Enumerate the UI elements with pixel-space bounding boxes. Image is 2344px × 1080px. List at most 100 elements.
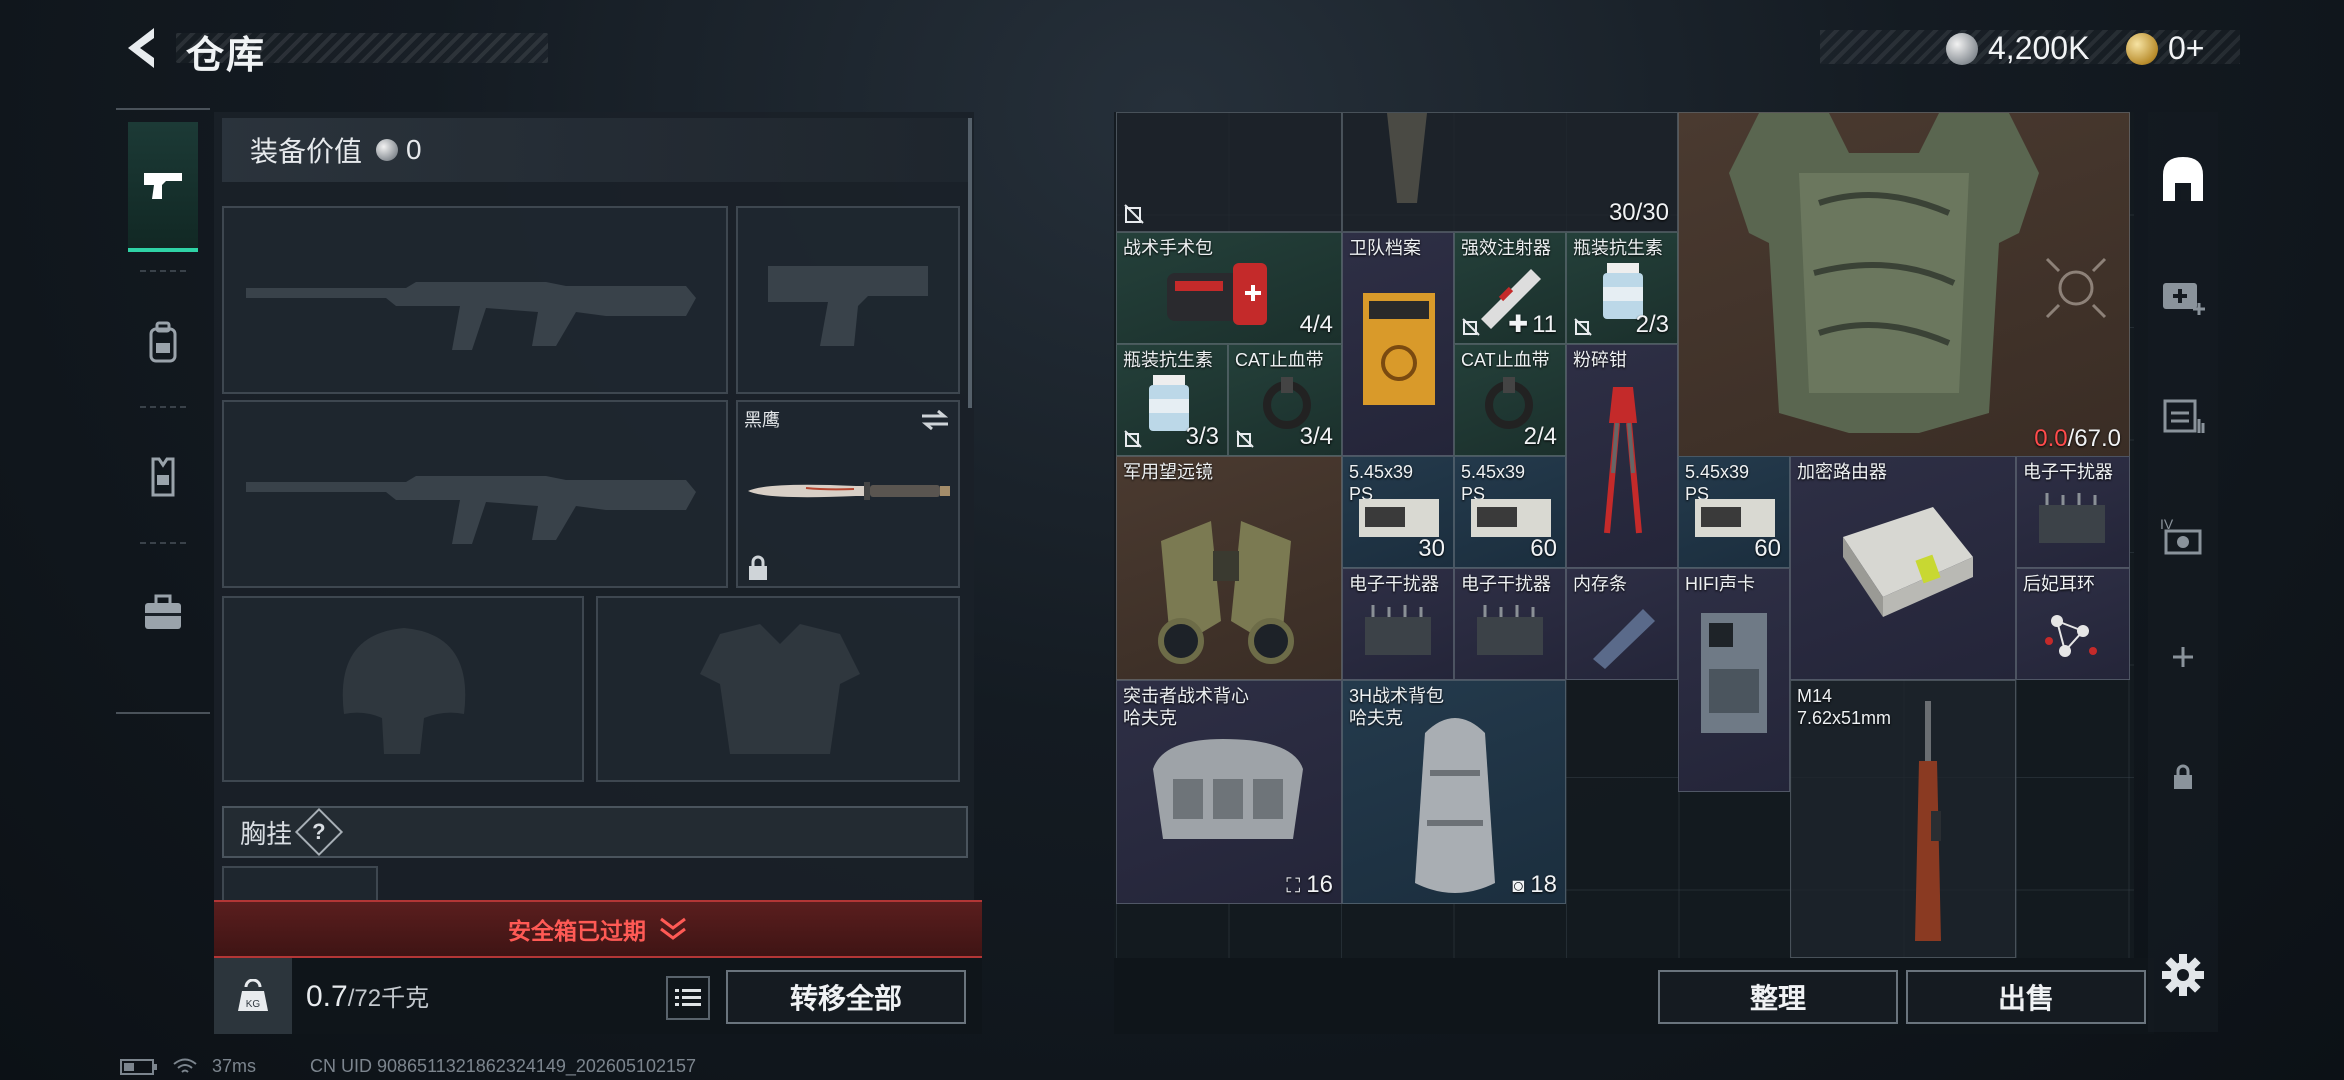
list-view-button[interactable]: [666, 976, 710, 1020]
currency-gold[interactable]: 0+: [2126, 30, 2204, 67]
silver-coin-icon: [1946, 32, 1978, 65]
jammer-icon: [1365, 605, 1431, 655]
backpack-icon: [149, 321, 177, 363]
primary-weapon-slot[interactable]: [222, 206, 728, 394]
safebox-status-banner[interactable]: 安全箱已过期: [214, 900, 982, 958]
storage-item[interactable]: 30/30: [1342, 112, 1678, 232]
storage-item-body-armor[interactable]: 0.0/67.0: [1678, 112, 2130, 458]
equipment-value-label: 装备价值: [250, 136, 363, 167]
tab-backpack[interactable]: [128, 278, 198, 408]
storage-item[interactable]: 军用望远镜: [1116, 456, 1342, 680]
rifle-silhouette-icon: [246, 476, 696, 544]
storage-item[interactable]: 3H战术背包 哈夫克 ◙ 18: [1342, 680, 1566, 904]
equipment-value-bar: 装备价值 0: [222, 118, 968, 182]
body-armor-slot[interactable]: [596, 596, 960, 782]
storage-grid-panel: 30/30 0.0/67.0 战术手术包 4/4 卫队档案 强效注射器 ✚ 11…: [1114, 112, 2134, 958]
plus-icon: ✚: [1507, 311, 1529, 338]
jammer-icon: [1477, 605, 1543, 655]
weight-current: 0.7: [306, 980, 348, 1013]
swap-icon[interactable]: [920, 408, 950, 432]
binoculars-icon: [1158, 521, 1294, 664]
item-count: 30/30: [1608, 199, 1669, 226]
bolt-cutter-icon: [1604, 387, 1642, 534]
status-bar: 37ms CN UID 9086511321862324149_20260510…: [120, 1056, 696, 1077]
extension-button[interactable]: IV: [2148, 500, 2218, 570]
no-sell-icon: [1574, 318, 1592, 336]
storage-item[interactable]: 瓶装抗生素 3/3: [1116, 344, 1228, 456]
melee-slot[interactable]: 黑鹰: [736, 400, 960, 588]
item-count: ✚ 11: [1507, 311, 1557, 338]
rifle-icon: [1915, 701, 1941, 941]
item-name: 突击者战术背心 哈夫克: [1123, 686, 1249, 728]
tactical-vest-icon: [1153, 739, 1303, 839]
battery-icon: [120, 1058, 157, 1075]
weight-icon: KG: [238, 979, 268, 1011]
storage-item[interactable]: 内存条: [1566, 568, 1678, 680]
currency-silver[interactable]: 4,200K: [1946, 30, 2089, 67]
secondary-weapon-slot[interactable]: [222, 400, 728, 588]
tab-case[interactable]: [128, 548, 198, 678]
storage-item[interactable]: 战术手术包 4/4: [1116, 232, 1342, 344]
storage-item[interactable]: 加密路由器: [1790, 456, 2016, 680]
add-storage-button[interactable]: [2148, 622, 2218, 692]
transfer-all-button[interactable]: 转移全部: [726, 970, 966, 1024]
plus-icon: [2173, 647, 2193, 667]
ammo-belt-icon: [1387, 113, 1427, 203]
backpack-capacity-icon: ◙: [1512, 875, 1525, 897]
chest-rig-label: 胸挂: [240, 818, 293, 849]
storage-item[interactable]: 瓶装抗生素 2/3: [1566, 232, 1678, 344]
storage-item[interactable]: 5.45x39 PS 60: [1454, 456, 1566, 568]
storage-item[interactable]: CAT止血带 3/4: [1228, 344, 1342, 456]
weight-max: /72千克: [347, 985, 430, 1012]
storage-item[interactable]: 电子干扰器: [1342, 568, 1454, 680]
tab-weapons[interactable]: [128, 122, 198, 252]
lock-icon: [2174, 764, 2192, 789]
storage-item[interactable]: 强效注射器 ✚ 11: [1454, 232, 1566, 344]
storage-item[interactable]: HIFI声卡: [1678, 568, 1790, 792]
add-medkit-button[interactable]: [2148, 260, 2218, 330]
back-button[interactable]: [112, 20, 168, 76]
no-sell-icon: [1124, 430, 1142, 448]
item-count: ◙ 18: [1512, 871, 1557, 898]
crosshair-icon: [2045, 257, 2107, 319]
locked-slot-button[interactable]: [2148, 742, 2218, 812]
storage-item[interactable]: 电子干扰器: [2016, 456, 2130, 568]
chest-rig-header: 胸挂 ?: [222, 806, 968, 858]
home-storage-button[interactable]: [2148, 144, 2218, 214]
backpack-item-icon: [1415, 718, 1495, 893]
storage-expand-button[interactable]: [2148, 380, 2218, 450]
armor-silhouette-icon: [700, 624, 860, 754]
sort-button[interactable]: 整理: [1658, 970, 1898, 1024]
add-medkit-icon: [2163, 283, 2205, 315]
sidearm-slot[interactable]: [736, 206, 960, 394]
settings-button[interactable]: [2148, 940, 2218, 1010]
router-icon: [1843, 507, 1973, 617]
storage-item[interactable]: 5.45x39 PS 60: [1678, 456, 1790, 568]
extension-icon: IV: [2160, 516, 2202, 555]
storage-item-rifle[interactable]: M14 7.62x51mm: [1790, 680, 2016, 958]
storage-item[interactable]: 粉碎钳: [1566, 344, 1678, 568]
safebox-status-text: 安全箱已过期: [508, 918, 646, 944]
help-icon[interactable]: ?: [294, 807, 344, 857]
silver-coin-icon: [376, 139, 399, 161]
no-sell-icon: [1236, 430, 1254, 448]
storage-item[interactable]: CAT止血带 2/4: [1454, 344, 1566, 456]
storage-item[interactable]: 突击者战术背心 哈夫克 ⛶ 16: [1116, 680, 1342, 904]
storage-item[interactable]: 卫队档案: [1342, 232, 1454, 456]
helmet-slot[interactable]: [222, 596, 584, 782]
storage-item[interactable]: 5.45x39 PS 30: [1342, 456, 1454, 568]
sound-card-icon: [1701, 613, 1767, 733]
tab-vest[interactable]: [128, 412, 198, 542]
vest-icon: [151, 457, 175, 497]
briefcase-icon: [145, 594, 181, 629]
chest-rig-slot[interactable]: [222, 866, 378, 902]
weight-icon-box: KG: [214, 958, 292, 1034]
storage-sidebar: IV: [2148, 112, 2218, 1032]
loadout-scrollbar[interactable]: [968, 118, 972, 408]
sell-button[interactable]: 出售: [1906, 970, 2146, 1024]
storage-item[interactable]: 电子干扰器: [1454, 568, 1566, 680]
storage-item[interactable]: [1116, 112, 1342, 232]
pistol-silhouette-icon: [768, 266, 928, 346]
knife-icon: [748, 482, 950, 500]
storage-item[interactable]: 后妃耳环: [2016, 568, 2130, 680]
